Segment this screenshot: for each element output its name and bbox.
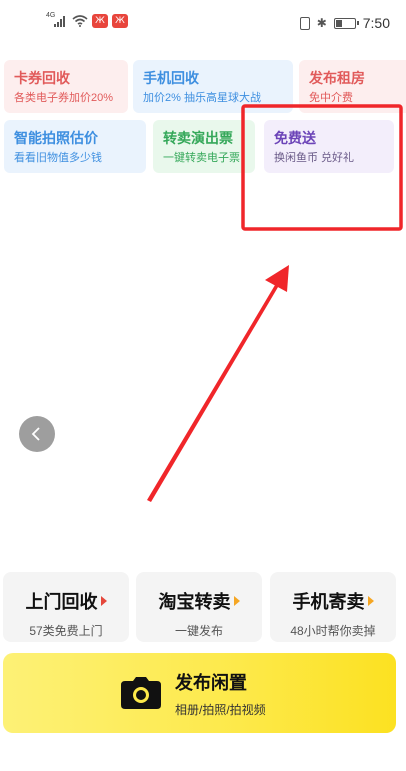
publish-title: 发布闲置 xyxy=(175,672,247,693)
quick-action-label: 上门回收 xyxy=(25,592,98,612)
quick-action-subtitle: 一键发布 xyxy=(174,624,223,638)
quick-action-title: 上门回收 xyxy=(3,588,129,614)
publish-subtitle: 相册/拍照/拍视频 xyxy=(175,702,266,717)
service-card-title: 发布租房 xyxy=(309,70,365,86)
arrow-head xyxy=(265,265,289,292)
service-card-subtitle: 一键转卖电子票 xyxy=(163,152,240,164)
service-card-title: 卡券回收 xyxy=(14,70,70,86)
service-card-photo-estimate[interactable]: 智能拍照估价 看看旧物值多少钱 xyxy=(4,120,146,173)
quick-action-phone-consign[interactable]: 手机寄卖 48小时帮你卖掉 xyxy=(270,572,396,642)
app-notification-icon: Ж xyxy=(92,14,108,28)
quick-action-home-recycle[interactable]: 上门回收 57类免费上门 xyxy=(3,572,129,642)
service-card-card-recycle[interactable]: 卡券回收 各类电子券加价20% xyxy=(4,60,128,113)
service-card-title: 手机回收 xyxy=(143,70,199,86)
back-button[interactable] xyxy=(19,416,55,452)
wifi-icon xyxy=(72,15,88,27)
quick-action-taobao-resale[interactable]: 淘宝转卖 一键发布 xyxy=(136,572,262,642)
publish-idle-button[interactable]: 发布闲置 相册/拍照/拍视频 xyxy=(3,653,396,733)
battery-icon xyxy=(333,17,359,29)
arrow-shaft xyxy=(147,280,281,502)
bluetooth-icon: ✱ xyxy=(316,16,327,30)
nfc-icon xyxy=(299,16,310,30)
clock: 7:50 xyxy=(362,15,390,31)
triangle-right-icon xyxy=(233,596,240,606)
quick-action-title: 手机寄卖 xyxy=(270,588,396,614)
triangle-right-icon xyxy=(367,596,374,606)
quick-action-subtitle: 48小时帮你卖掉 xyxy=(290,624,376,638)
service-card-subtitle: 换闲鱼币 兑好礼 xyxy=(274,152,355,164)
service-card-rent-house[interactable]: 发布租房 免中介费 xyxy=(299,60,406,113)
chevron-left-icon xyxy=(31,427,40,441)
service-card-title: 免费送 xyxy=(274,130,316,146)
quick-action-subtitle: 57类免费上门 xyxy=(29,624,103,638)
service-card-subtitle: 加价2% 抽乐高星球大战 xyxy=(143,92,261,104)
service-card-ticket-resale[interactable]: 转卖演出票 一键转卖电子票 xyxy=(153,120,255,173)
service-card-subtitle: 看看旧物值多少钱 xyxy=(14,152,102,164)
service-card-subtitle: 各类电子券加价20% xyxy=(14,92,114,104)
status-left: 4G Ж Ж xyxy=(46,12,128,28)
quick-action-label: 手机寄卖 xyxy=(292,592,365,612)
network-label: 4G xyxy=(46,12,56,19)
quick-action-label: 淘宝转卖 xyxy=(158,592,231,612)
publish-text: 发布闲置 相册/拍照/拍视频 xyxy=(175,669,266,718)
service-card-title: 智能拍照估价 xyxy=(14,130,98,146)
service-card-subtitle: 免中介费 xyxy=(309,92,353,104)
quick-action-title: 淘宝转卖 xyxy=(136,588,262,614)
service-card-title: 转卖演出票 xyxy=(163,130,233,146)
service-card-free-giveaway[interactable]: 免费送 换闲鱼币 兑好礼 xyxy=(264,120,394,173)
app-notification-icon: Ж xyxy=(112,14,128,28)
cell-signal-icon: 4G xyxy=(46,12,68,27)
service-card-phone-recycle[interactable]: 手机回收 加价2% 抽乐高星球大战 xyxy=(133,60,293,113)
camera-icon xyxy=(121,677,161,709)
triangle-right-icon xyxy=(100,596,107,606)
status-right: ✱ 7:50 xyxy=(299,15,390,31)
status-bar: 4G Ж Ж ✱ 7:50 xyxy=(0,0,406,46)
